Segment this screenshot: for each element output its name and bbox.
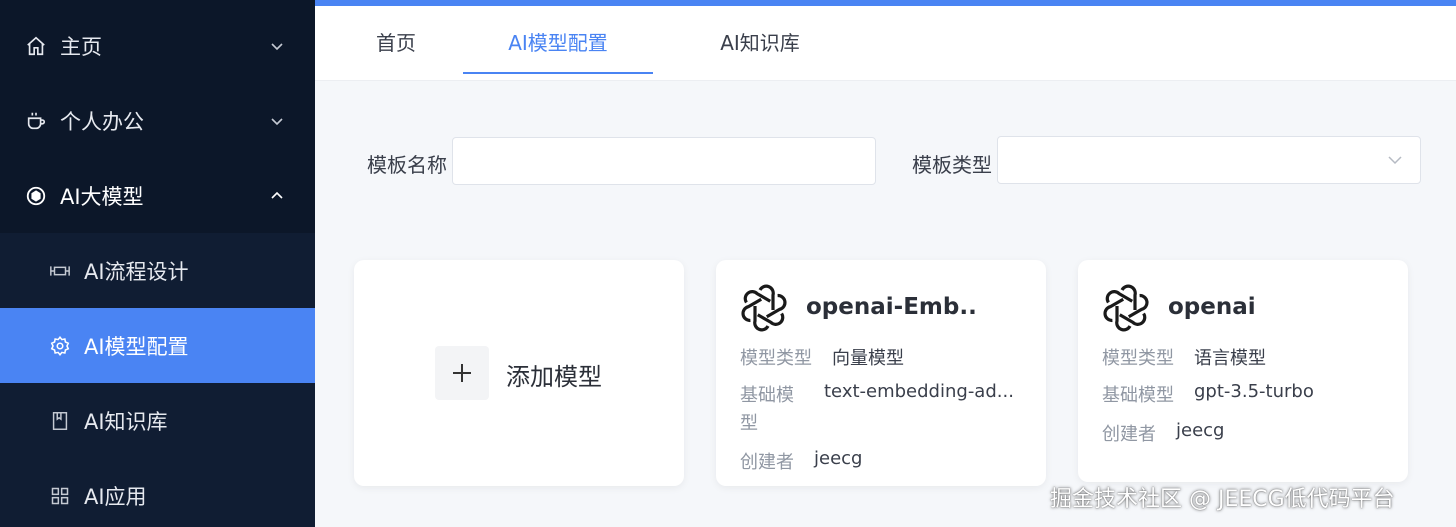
model-card[interactable]: openai 模型类型 语言模型 基础模型 gpt-3.5-turbo 创建者 … (1078, 260, 1408, 482)
cup-icon (24, 109, 48, 133)
watermark: 掘金技术社区 @ JEECG低代码平台 (1050, 487, 1395, 512)
creator-key: 创建者 (740, 452, 794, 473)
template-name-label: 模板名称 (367, 153, 447, 177)
model-type-value: 向量模型 (832, 348, 904, 369)
sidebar-item-label: AI大模型 (60, 184, 144, 209)
template-type-select[interactable] (997, 136, 1421, 184)
sidebar: 主页 个人办公 AI大模型 AI流程设计 AI模型配置 AI知识库 AI应用 (0, 0, 315, 527)
gear-icon (48, 334, 72, 358)
creator-value: jeecg (814, 448, 863, 469)
base-model-value: gpt-3.5-turbo (1194, 381, 1314, 402)
model-title: openai (1168, 294, 1256, 320)
add-model-card[interactable]: 添加模型 (354, 260, 684, 486)
model-type-value: 语言模型 (1194, 348, 1266, 369)
sidebar-item-personal-office[interactable]: 个人办公 (0, 83, 315, 158)
sidebar-item-label: AI模型配置 (84, 334, 189, 359)
book-icon (48, 409, 72, 433)
chevron-down-icon (1386, 151, 1404, 169)
sidebar-item-label: 主页 (60, 34, 102, 59)
openai-logo-icon (740, 284, 788, 332)
template-type-label: 模板类型 (912, 153, 992, 177)
tab-bar: 首页 AI模型配置 AI知识库 (315, 6, 1456, 81)
template-name-input[interactable] (452, 137, 876, 185)
chevron-down-icon (266, 35, 288, 57)
model-card[interactable]: openai-Emb... 模型类型 向量模型 基础模 型 text-embed… (716, 260, 1046, 486)
chevron-up-icon (266, 185, 288, 207)
sidebar-item-label: AI流程设计 (84, 259, 189, 284)
sidebar-item-label: AI知识库 (84, 409, 168, 434)
tab-home[interactable]: 首页 (365, 6, 427, 81)
chevron-down-icon (266, 110, 288, 132)
sidebar-item-ai-apps[interactable]: AI应用 (0, 458, 315, 527)
plus-icon (435, 346, 489, 400)
tab-ai-model-config[interactable]: AI模型配置 (463, 6, 653, 81)
grid-icon (48, 484, 72, 508)
openai-logo-icon (1102, 284, 1150, 332)
base-model-key: 基础模型 (1102, 385, 1174, 406)
active-tab-indicator (463, 72, 653, 74)
sidebar-item-ai-flow-design[interactable]: AI流程设计 (0, 233, 315, 308)
home-icon (24, 34, 48, 58)
sidebar-item-ai-model[interactable]: AI大模型 (0, 158, 315, 233)
creator-value: jeecg (1176, 420, 1225, 441)
sidebar-item-ai-model-config[interactable]: AI模型配置 (0, 308, 315, 383)
model-type-key: 模型类型 (740, 348, 812, 369)
ai-model-icon (24, 184, 48, 208)
model-type-key: 模型类型 (1102, 348, 1174, 369)
sidebar-item-ai-knowledge-base[interactable]: AI知识库 (0, 383, 315, 458)
base-model-key: 基础模 (740, 385, 794, 406)
add-model-label: 添加模型 (506, 363, 602, 391)
base-model-key-wrap: 型 (740, 413, 758, 434)
flow-icon (48, 259, 72, 283)
base-model-value: text-embedding-ad... (824, 381, 1014, 402)
model-title: openai-Emb... (806, 294, 976, 320)
creator-key: 创建者 (1102, 424, 1156, 445)
sidebar-item-label: 个人办公 (60, 109, 144, 134)
sidebar-item-label: AI应用 (84, 484, 147, 509)
tab-ai-knowledge-base[interactable]: AI知识库 (700, 6, 820, 81)
sidebar-item-home[interactable]: 主页 (0, 8, 315, 83)
